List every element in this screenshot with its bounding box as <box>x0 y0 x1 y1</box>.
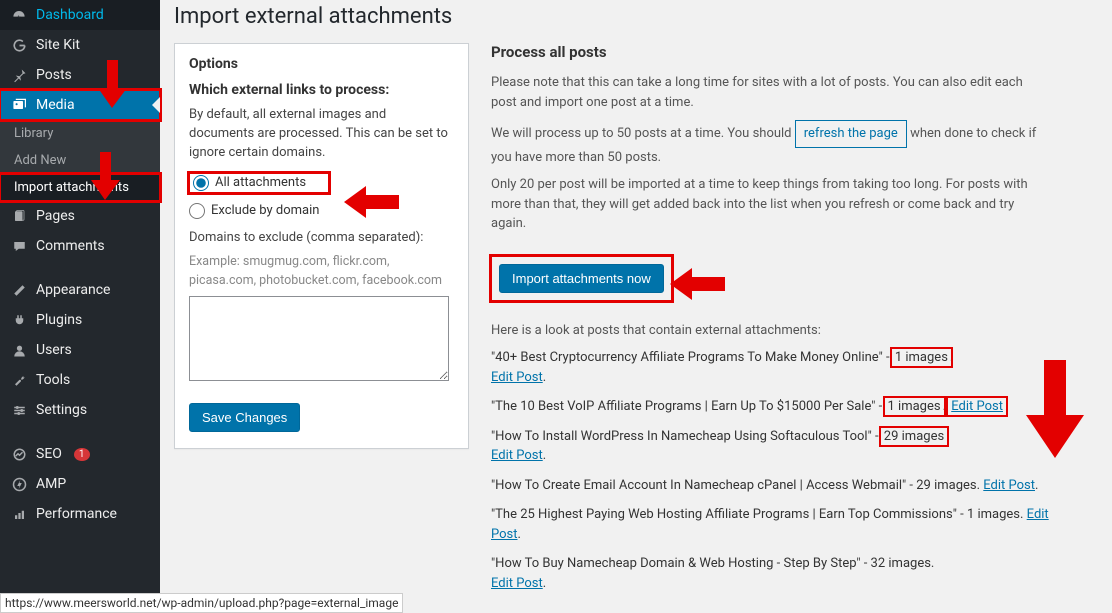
status-bar: https://www.meersworld.net/wp-admin/uplo… <box>0 593 403 613</box>
sidebar-item-settings[interactable]: Settings <box>0 395 160 425</box>
post-title: How To Buy Namecheap Domain & Web Hostin… <box>495 556 856 571</box>
post-count: 32 images <box>871 556 931 571</box>
post-title: The 10 Best VoIP Affiliate Programs | Ea… <box>495 399 871 414</box>
sidebar-label-plugins: Plugins <box>36 312 82 328</box>
active-arrow-icon <box>152 97 160 113</box>
sidebar-label-posts: Posts <box>36 67 72 83</box>
process-section: Process all posts Please note that this … <box>491 43 1051 603</box>
gauge-icon <box>10 7 28 23</box>
sidebar-item-appearance[interactable]: Appearance <box>0 275 160 305</box>
radio-all-attachments-row: All attachments <box>189 173 329 193</box>
options-default-msg: By default, all external images and docu… <box>189 106 454 163</box>
sidebar-item-amp[interactable]: AMP <box>0 469 160 499</box>
post-count: 1 images <box>967 507 1020 522</box>
sidebar-label-amp: AMP <box>36 476 66 492</box>
edit-post-link[interactable]: Edit Post <box>983 478 1035 493</box>
sidebar-label-dashboard: Dashboard <box>36 7 104 23</box>
post-item: "40+ Best Cryptocurrency Affiliate Progr… <box>491 348 1051 387</box>
sidebar-item-posts[interactable]: Posts <box>0 60 160 90</box>
google-g-icon <box>10 38 28 53</box>
domains-textarea[interactable] <box>189 296 449 381</box>
sidebar-label-appearance: Appearance <box>36 282 110 298</box>
domains-example: Example: smugmug.com, flickr.com, picasa… <box>189 253 454 289</box>
wrench-icon <box>10 373 28 388</box>
media-icon <box>10 97 28 113</box>
domains-excl-label: Domains to exclude (comma separated): <box>189 229 454 248</box>
sidebar-item-comments[interactable]: Comments <box>0 231 160 261</box>
options-heading: Options <box>189 56 454 72</box>
admin-sidebar: Dashboard Site Kit Posts Media Library A… <box>0 0 160 613</box>
page-title: Import external attachments <box>174 4 1094 29</box>
look-msg: Here is a look at posts that contain ext… <box>491 321 1051 341</box>
post-count: 1 images <box>893 350 950 365</box>
radio-exclude-label: Exclude by domain <box>211 203 319 218</box>
radio-exclude-row: Exclude by domain <box>189 203 454 219</box>
user-icon <box>10 343 28 358</box>
comment-icon <box>10 239 28 254</box>
sidebar-label-users: Users <box>36 342 72 358</box>
post-title: The 25 Highest Paying Web Hosting Affili… <box>495 507 953 522</box>
post-title: How To Create Email Account In Namecheap… <box>495 478 902 493</box>
post-item: "How To Buy Namecheap Domain & Web Hosti… <box>491 554 1051 593</box>
sliders-icon <box>10 403 28 418</box>
seo-badge: 1 <box>74 448 90 461</box>
process-heading: Process all posts <box>491 43 1051 61</box>
radio-all-attachments[interactable] <box>193 175 209 191</box>
import-attachments-now-button[interactable]: Import attachments now <box>499 264 664 293</box>
post-item: "How To Create Email Account In Namechea… <box>491 476 1051 496</box>
sidebar-item-sitekit[interactable]: Site Kit <box>0 30 160 60</box>
page-icon <box>10 209 28 224</box>
plug-icon <box>10 313 28 328</box>
sidebar-item-media[interactable]: Media <box>0 90 160 120</box>
edit-post-link[interactable]: Edit Post <box>491 448 543 463</box>
post-count: 29 images <box>882 429 946 444</box>
sidebar-label-tools: Tools <box>36 372 70 388</box>
process-note1: Please note that this can take a long ti… <box>491 73 1051 112</box>
sidebar-label-seo: SEO <box>36 446 62 462</box>
seo-icon <box>10 447 28 462</box>
sidebar-label-settings: Settings <box>36 402 87 418</box>
sidebar-item-pages[interactable]: Pages <box>0 201 160 231</box>
process-note2: We will process up to 50 posts at a time… <box>491 120 1051 167</box>
post-title: 40+ Best Cryptocurrency Affiliate Progra… <box>495 350 878 365</box>
sidebar-label-media: Media <box>36 97 75 113</box>
options-which-heading: Which external links to process: <box>189 82 454 98</box>
sidebar-sub-addnew[interactable]: Add New <box>0 147 160 174</box>
save-changes-button[interactable]: Save Changes <box>189 403 300 432</box>
radio-exclude-domain[interactable] <box>189 203 205 219</box>
post-item: "The 10 Best VoIP Affiliate Programs | E… <box>491 397 1051 417</box>
sidebar-item-plugins[interactable]: Plugins <box>0 305 160 335</box>
post-item: "The 25 Highest Paying Web Hosting Affil… <box>491 505 1051 544</box>
sidebar-label-pages: Pages <box>36 208 75 224</box>
sidebar-sub-importattachments[interactable]: Import attachments <box>0 174 160 201</box>
sidebar-item-performance[interactable]: Performance <box>0 499 160 529</box>
sidebar-item-dashboard[interactable]: Dashboard <box>0 0 160 30</box>
sidebar-item-users[interactable]: Users <box>0 335 160 365</box>
post-item: "How To Install WordPress In Namecheap U… <box>491 427 1051 466</box>
post-title: How To Install WordPress In Namecheap Us… <box>495 429 867 444</box>
edit-post-link[interactable]: Edit Post <box>491 370 543 385</box>
radio-all-label: All attachments <box>215 175 306 190</box>
post-count: 29 images <box>916 478 976 493</box>
sidebar-label-performance: Performance <box>36 506 117 522</box>
sidebar-label-comments: Comments <box>36 238 105 254</box>
edit-post-link[interactable]: Edit Post <box>951 399 1003 414</box>
sidebar-item-tools[interactable]: Tools <box>0 365 160 395</box>
brush-icon <box>10 283 28 298</box>
sidebar-sub-library[interactable]: Library <box>0 120 160 147</box>
options-card: Options Which external links to process:… <box>174 43 469 449</box>
refresh-page-button[interactable]: refresh the page <box>795 120 907 148</box>
amp-icon <box>10 477 28 492</box>
process-note3: Only 20 per post will be imported at a t… <box>491 175 1051 234</box>
sidebar-item-seo[interactable]: SEO 1 <box>0 439 160 469</box>
pin-icon <box>10 68 28 83</box>
performance-icon <box>10 507 28 522</box>
post-count: 1 images <box>886 399 943 414</box>
sidebar-label-sitekit: Site Kit <box>36 37 80 53</box>
